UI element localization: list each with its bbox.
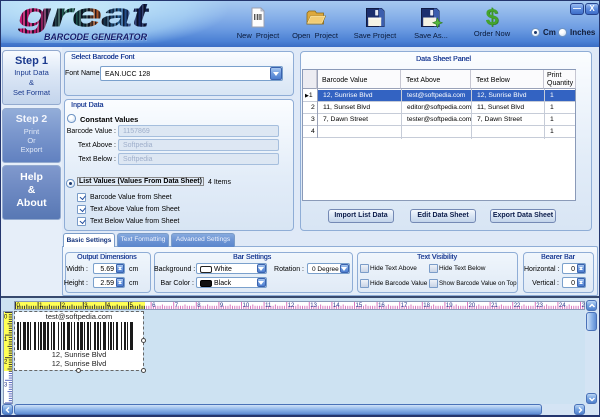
svg-text:10: 10	[243, 303, 250, 309]
svg-text:22: 22	[514, 303, 521, 309]
svg-text:11: 11	[265, 303, 272, 309]
svg-text:14: 14	[333, 303, 340, 309]
svg-text:16: 16	[378, 303, 385, 309]
svg-text:24: 24	[559, 303, 566, 309]
svg-text:20: 20	[469, 303, 476, 309]
svg-text:19: 19	[446, 303, 453, 309]
svg-text:21: 21	[491, 303, 498, 309]
svg-text:23: 23	[536, 303, 543, 309]
svg-text:13: 13	[310, 303, 317, 309]
svg-text:15: 15	[356, 303, 363, 309]
svg-text:17: 17	[401, 303, 408, 309]
svg-text:12: 12	[288, 303, 295, 309]
svg-text:18: 18	[423, 303, 430, 309]
